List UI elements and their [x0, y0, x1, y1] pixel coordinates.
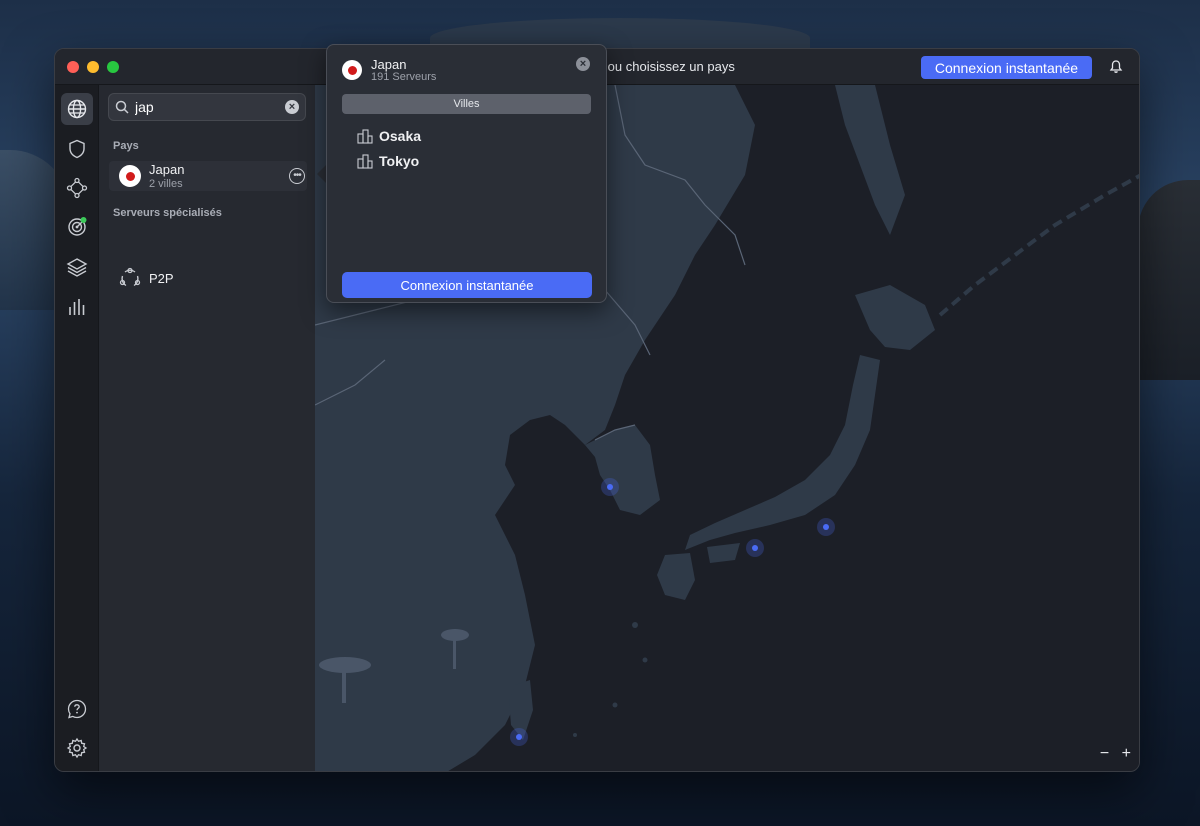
threat-protection-radar-icon[interactable]: [61, 211, 93, 243]
city-item-tokyo[interactable]: Tokyo: [357, 151, 419, 171]
japan-flag-icon: [119, 165, 141, 187]
minimize-window-button[interactable]: [87, 61, 99, 73]
city-icon: [357, 154, 373, 169]
meshnet-icon[interactable]: [61, 172, 93, 204]
country-name: Japan: [149, 162, 185, 177]
zoom-controls: − +: [1092, 745, 1131, 763]
zoom-in-button[interactable]: +: [1122, 745, 1131, 762]
tab-cities[interactable]: Villes: [342, 94, 591, 114]
popover-country-name: Japan: [371, 57, 407, 72]
globe-icon[interactable]: [61, 93, 93, 125]
popover-server-count: 191 Serveurs: [371, 71, 437, 83]
city-icon: [357, 129, 373, 144]
search-input[interactable]: [135, 99, 275, 115]
gear-icon[interactable]: [61, 732, 93, 764]
popover-connect-button[interactable]: Connexion instantanée: [342, 272, 592, 298]
city-name: Tokyo: [379, 153, 420, 169]
icon-sidebar: [55, 85, 99, 771]
zoom-window-button[interactable]: [107, 61, 119, 73]
help-icon[interactable]: [61, 693, 93, 725]
quick-connect-button[interactable]: Connexion instantanée: [921, 56, 1092, 79]
stats-icon[interactable]: [61, 291, 93, 323]
country-sidebar: × Pays Japan 2 villes ••• Serveurs spéci…: [99, 85, 315, 771]
country-popover: Japan 191 Serveurs × Villes Osaka Tokyo …: [326, 44, 607, 303]
close-window-button[interactable]: [67, 61, 79, 73]
close-popover-icon[interactable]: ×: [576, 57, 590, 71]
search-box[interactable]: ×: [108, 93, 306, 121]
p2p-label: P2P: [149, 271, 174, 286]
shield-icon[interactable]: [61, 133, 93, 165]
japan-flag-icon: [342, 60, 362, 80]
city-item-osaka[interactable]: Osaka: [357, 126, 421, 146]
p2p-icon: [119, 267, 141, 287]
layers-icon[interactable]: [61, 251, 93, 283]
clear-search-icon[interactable]: ×: [285, 100, 299, 114]
bell-icon[interactable]: [1108, 59, 1124, 75]
zoom-out-button[interactable]: −: [1100, 745, 1109, 762]
search-icon: [115, 100, 129, 114]
desktop-hill-right: [1138, 180, 1200, 380]
country-city-count: 2 villes: [149, 178, 183, 190]
countries-section-label: Pays: [113, 140, 139, 152]
specialty-row-p2p[interactable]: P2P: [119, 267, 299, 293]
specialty-section-label: Serveurs spécialisés: [113, 207, 222, 219]
more-options-icon[interactable]: •••: [289, 168, 305, 184]
city-name: Osaka: [379, 128, 422, 144]
country-row-japan[interactable]: Japan 2 villes •••: [109, 161, 307, 191]
